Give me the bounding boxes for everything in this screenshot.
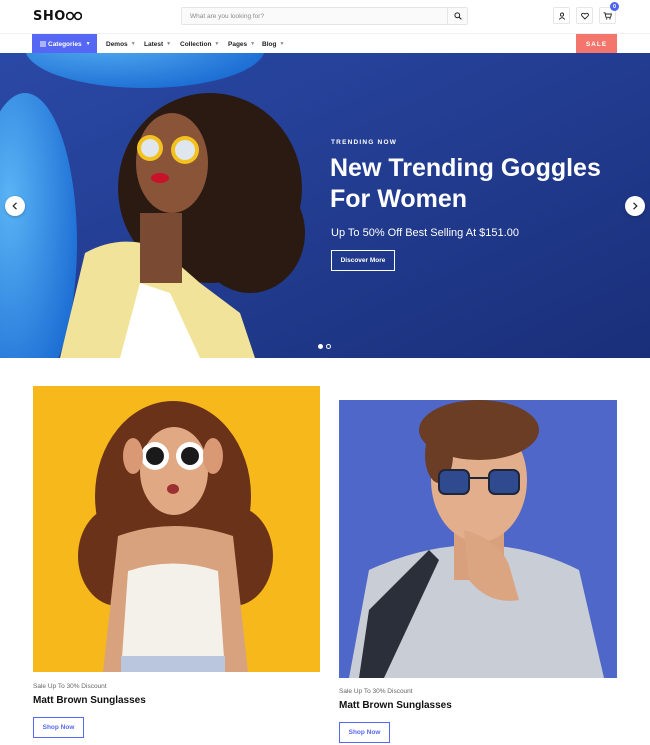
nav-item-label: Blog	[262, 40, 277, 48]
hero-slider: TRENDING NOW New Trending Goggles For Wo…	[0, 53, 650, 358]
hero-eyebrow: TRENDING NOW	[331, 139, 398, 146]
nav-item-label: Demos	[106, 40, 128, 48]
shop-now-button[interactable]: Shop Now	[339, 722, 390, 743]
chevron-down-icon: ▼	[166, 41, 172, 47]
nav-item-blog[interactable]: Blog ▼	[262, 34, 284, 54]
search-icon	[453, 12, 462, 20]
slider-dot[interactable]	[326, 344, 331, 349]
nav-item-label: Latest	[144, 40, 164, 48]
chevron-left-icon	[12, 202, 17, 210]
chevron-right-icon	[633, 202, 638, 210]
slider-dot-active[interactable]	[318, 344, 323, 349]
heart-icon	[580, 12, 589, 20]
product-title[interactable]: Matt Brown Sunglasses	[33, 695, 146, 706]
chevron-down-icon: ▼	[214, 41, 220, 47]
product-image[interactable]	[33, 386, 320, 672]
wishlist-button[interactable]	[576, 7, 593, 24]
product-model-image	[339, 400, 617, 678]
chevron-down-icon: ▼	[279, 41, 285, 47]
product-image[interactable]	[339, 400, 617, 678]
chevron-down-icon: ▼	[130, 41, 136, 47]
menu-icon	[40, 41, 46, 47]
nav-item-label: Collection	[180, 40, 212, 48]
cart-icon	[603, 11, 612, 20]
sale-button[interactable]: SALE	[576, 34, 617, 54]
hero-title: New Trending Goggles For Women	[330, 154, 601, 213]
search-bar	[181, 7, 468, 25]
nav-item-demos[interactable]: Demos ▼	[106, 34, 136, 54]
nav-item-label: Pages	[228, 40, 248, 48]
shop-now-button[interactable]: Shop Now	[33, 717, 84, 738]
product-caption: Sale Up To 30% Discount	[339, 688, 413, 695]
product-model-image	[33, 386, 320, 672]
logo[interactable]: SHO	[33, 9, 82, 24]
discover-more-button[interactable]: Discover More	[331, 250, 395, 271]
search-button[interactable]	[447, 8, 467, 24]
hero-subtitle: Up To 50% Off Best Selling At $151.00	[331, 227, 519, 239]
product-caption: Sale Up To 30% Discount	[33, 683, 107, 690]
nav-item-pages[interactable]: Pages ▼	[228, 34, 255, 54]
chevron-down-icon: ▼	[250, 41, 256, 47]
nav-item-latest[interactable]: Latest ▼	[144, 34, 171, 54]
main-nav: Categories ▼ Demos ▼ Latest ▼ Collection ▼ P…	[0, 33, 650, 54]
categories-label: Categories	[48, 40, 82, 48]
categories-button[interactable]: Categories ▼	[32, 34, 97, 54]
cart-button[interactable]: 0	[599, 2, 619, 24]
logo-glasses-icon	[65, 11, 82, 21]
account-button[interactable]	[553, 7, 570, 24]
slider-next-button[interactable]	[625, 196, 645, 216]
slider-prev-button[interactable]	[5, 196, 25, 216]
cart-count-badge: 0	[610, 2, 619, 11]
search-input[interactable]	[182, 8, 448, 24]
product-title[interactable]: Matt Brown Sunglasses	[339, 700, 452, 711]
nav-item-collection[interactable]: Collection ▼	[180, 34, 219, 54]
user-icon	[558, 12, 565, 20]
logo-text: SHO	[33, 9, 66, 24]
site-header: SHO 0	[0, 0, 650, 33]
chevron-down-icon: ▼	[85, 41, 91, 47]
